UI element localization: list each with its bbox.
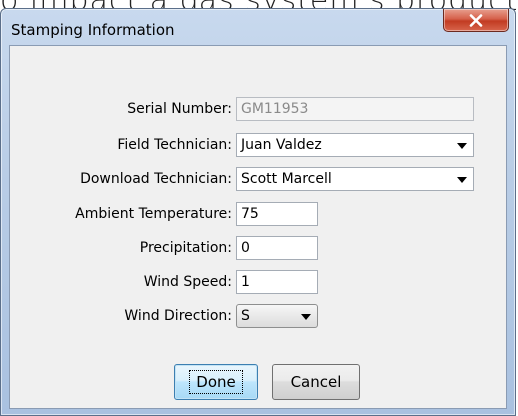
- wind-direction-label: Wind Direction:: [124, 308, 232, 324]
- chevron-down-icon[interactable]: [457, 177, 467, 183]
- button-row: Done Cancel: [10, 364, 506, 400]
- done-button-label: Done: [189, 370, 243, 394]
- wind-direction-select[interactable]: S: [236, 304, 318, 328]
- cancel-button-label: Cancel: [290, 373, 342, 391]
- serial-number-label: Serial Number:: [127, 101, 232, 117]
- title-bar[interactable]: Stamping Information: [1, 9, 515, 45]
- dialog-title: Stamping Information: [11, 21, 175, 39]
- ambient-temperature-label: Ambient Temperature:: [75, 206, 232, 222]
- download-technician-label: Download Technician:: [80, 171, 232, 187]
- ambient-temperature-input[interactable]: 75: [236, 202, 318, 226]
- download-technician-value: Scott Marcell: [241, 171, 332, 187]
- field-technician-label: Field Technician:: [117, 137, 232, 153]
- cancel-button[interactable]: Cancel: [272, 364, 360, 400]
- ambient-temperature-row: Ambient Temperature: 75: [10, 202, 506, 228]
- wind-speed-input[interactable]: 1: [236, 270, 318, 294]
- field-technician-value: Juan Valdez: [241, 137, 322, 153]
- precipitation-row: Precipitation: 0: [10, 236, 506, 262]
- download-technician-select[interactable]: Scott Marcell: [236, 167, 474, 191]
- precipitation-label: Precipitation:: [139, 240, 232, 256]
- wind-direction-row: Wind Direction: S: [10, 304, 506, 330]
- close-button[interactable]: [443, 9, 509, 32]
- dialog-body: Serial Number: GM11953 Field Technician:…: [9, 45, 507, 409]
- stamping-information-dialog: Stamping Information Serial Number: GM11…: [0, 8, 516, 416]
- wind-speed-row: Wind Speed: 1: [10, 270, 506, 296]
- wind-direction-value: S: [241, 308, 250, 324]
- wind-speed-label: Wind Speed:: [143, 274, 232, 290]
- chevron-down-icon[interactable]: [457, 143, 467, 149]
- serial-number-row: Serial Number: GM11953: [10, 97, 506, 123]
- precipitation-input[interactable]: 0: [236, 236, 318, 260]
- serial-number-field: GM11953: [236, 97, 474, 121]
- chevron-down-icon[interactable]: [301, 314, 311, 320]
- download-technician-row: Download Technician: Scott Marcell: [10, 167, 506, 193]
- close-icon: [469, 13, 483, 27]
- field-technician-row: Field Technician: Juan Valdez: [10, 133, 506, 159]
- done-button[interactable]: Done: [174, 364, 258, 400]
- field-technician-select[interactable]: Juan Valdez: [236, 133, 474, 157]
